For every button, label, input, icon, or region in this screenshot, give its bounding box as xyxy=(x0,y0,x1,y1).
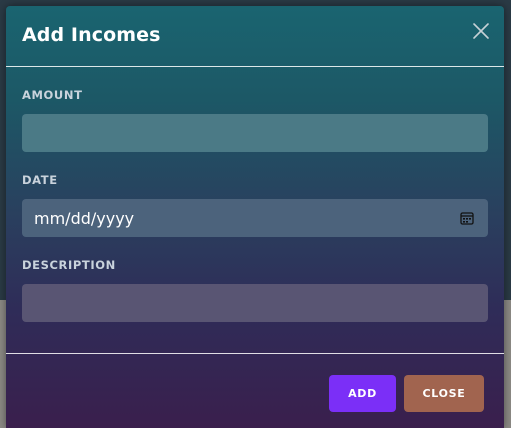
amount-input[interactable] xyxy=(22,114,488,152)
amount-label: AMOUNT xyxy=(22,88,83,102)
calendar-icon[interactable] xyxy=(460,211,474,225)
add-incomes-modal: Add Incomes AMOUNT DATE mm/dd/yyyy DESCR… xyxy=(6,6,504,428)
close-button[interactable]: CLOSE xyxy=(404,375,484,412)
date-input[interactable]: mm/dd/yyyy xyxy=(22,199,488,237)
date-input-value: mm/dd/yyyy xyxy=(34,208,135,228)
close-icon[interactable] xyxy=(470,20,492,42)
footer-divider xyxy=(6,353,504,354)
description-label: DESCRIPTION xyxy=(22,258,116,272)
modal-title: Add Incomes xyxy=(22,24,161,46)
add-button[interactable]: ADD xyxy=(329,375,396,412)
header-divider xyxy=(6,66,504,67)
date-label: DATE xyxy=(22,173,58,187)
description-input[interactable] xyxy=(22,284,488,322)
modal-header: Add Incomes xyxy=(6,6,504,66)
